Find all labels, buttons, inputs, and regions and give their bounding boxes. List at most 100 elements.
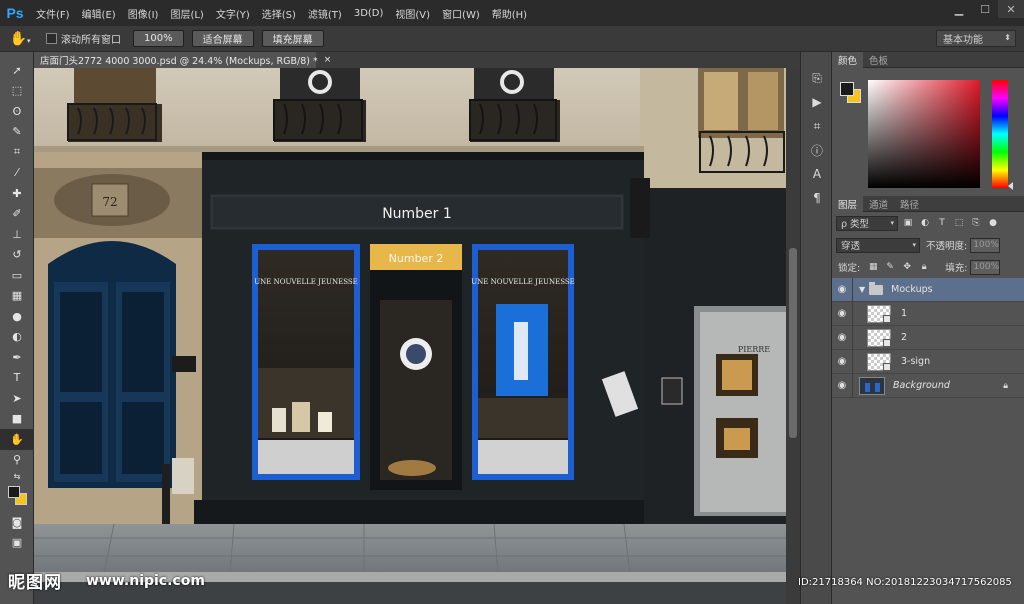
document-tab[interactable]: 店面门头2772 4000 3000.psd @ 24.4% (Mockups,…: [34, 52, 331, 68]
eye-icon[interactable]: ◉: [832, 284, 852, 295]
hue-slider[interactable]: [992, 80, 1008, 188]
history-brush-tool-icon[interactable]: ↺: [0, 245, 34, 266]
menu-help[interactable]: 帮助(H): [486, 6, 533, 21]
document-canvas[interactable]: 72 Number 1 UNE NOUVELLE JEUNESSE Number…: [34, 68, 786, 604]
foreground-color-swatch[interactable]: [8, 486, 20, 498]
eye-icon[interactable]: ◉: [832, 356, 852, 367]
background-thumbnail: [859, 376, 885, 395]
hue-marker-icon[interactable]: [1008, 182, 1013, 190]
properties-panel-icon[interactable]: ⌗: [801, 114, 833, 138]
smart-object-thumbnail: [867, 352, 891, 371]
menu-filter[interactable]: 滤镜(T): [302, 6, 348, 21]
blur-tool-icon[interactable]: ●: [0, 306, 34, 327]
scroll-all-windows-checkbox[interactable]: [46, 33, 57, 44]
watermark-logo: 昵图网: [8, 573, 62, 593]
clone-stamp-tool-icon[interactable]: ⊥: [0, 224, 34, 245]
menu-select[interactable]: 选择(S): [256, 6, 302, 21]
lock-all-icon[interactable]: 🔒︎: [917, 260, 931, 274]
eye-icon[interactable]: ◉: [832, 308, 852, 319]
layer-row-3-sign[interactable]: ◉ 3-sign: [832, 349, 1024, 374]
healing-brush-tool-icon[interactable]: ✚: [0, 183, 34, 204]
color-picker-field[interactable]: [868, 80, 980, 188]
dodge-tool-icon[interactable]: ◐: [0, 327, 34, 348]
shape-filter-icon[interactable]: ⬚: [952, 216, 966, 230]
move-tool-icon[interactable]: ➚: [0, 60, 34, 81]
pixel-filter-icon[interactable]: ▣: [901, 216, 915, 230]
expand-triangle-icon[interactable]: ▼: [859, 285, 865, 294]
filter-toggle-icon[interactable]: ●: [986, 216, 1000, 230]
menu-3d[interactable]: 3D(D): [348, 8, 390, 19]
tab-swatches[interactable]: 色板: [863, 52, 894, 68]
info-panel-icon[interactable]: ⓘ: [801, 138, 833, 162]
tab-channels[interactable]: 通道: [863, 196, 894, 212]
layer-row-2[interactable]: ◉ 2: [832, 325, 1024, 350]
watermark-id: ID:21718364 NO:20181223034717562085: [798, 577, 1012, 588]
lock-position-icon[interactable]: ✥: [900, 260, 914, 274]
smart-object-thumbnail: [867, 304, 891, 323]
layer-row-background[interactable]: ◉ Background 🔒︎: [832, 373, 1024, 398]
menu-image[interactable]: 图像(I): [122, 6, 165, 21]
rectangle-tool-icon[interactable]: ■: [0, 409, 34, 430]
layer-name: Background: [893, 380, 950, 391]
layer-row-1[interactable]: ◉ 1: [832, 301, 1024, 326]
menu-type[interactable]: 文字(Y): [210, 6, 256, 21]
brush-tool-icon[interactable]: ✐: [0, 204, 34, 225]
maximize-button[interactable]: ☐: [972, 0, 998, 18]
type-filter-icon[interactable]: T: [935, 216, 949, 230]
eye-icon[interactable]: ◉: [832, 332, 852, 343]
fit-screen-button[interactable]: 适合屏幕: [191, 30, 254, 47]
eye-icon[interactable]: ◉: [832, 380, 852, 391]
quick-mask-icon[interactable]: ◙: [0, 512, 34, 533]
zoom-100-button[interactable]: 100%: [133, 30, 184, 47]
history-panel-icon[interactable]: ⎘: [801, 66, 833, 90]
eyedropper-tool-icon[interactable]: ⁄: [0, 163, 34, 184]
opacity-input[interactable]: 100%: [970, 237, 1001, 253]
lasso-tool-icon[interactable]: ʘ: [0, 101, 34, 122]
vertical-scrollbar[interactable]: [786, 68, 800, 604]
menu-layer[interactable]: 图层(L): [164, 6, 209, 21]
menu-edit[interactable]: 编辑(E): [76, 6, 122, 21]
menu-file[interactable]: 文件(F): [30, 6, 76, 21]
blend-mode-select[interactable]: 穿透 ▾: [836, 237, 920, 253]
lock-pixels-icon[interactable]: ✎: [883, 260, 897, 274]
eraser-tool-icon[interactable]: ▭: [0, 265, 34, 286]
path-select-tool-icon[interactable]: ➤: [0, 388, 34, 409]
marquee-tool-icon[interactable]: ⬚: [0, 81, 34, 102]
tab-layers[interactable]: 图层: [832, 195, 864, 212]
paragraph-panel-icon[interactable]: ¶: [801, 186, 833, 210]
tab-paths[interactable]: 路径: [894, 196, 925, 212]
gradient-tool-icon[interactable]: ▦: [0, 286, 34, 307]
close-button[interactable]: ✕: [998, 0, 1024, 18]
hand-tool-icon[interactable]: ✋: [0, 429, 34, 450]
right-panels: 颜色 色板 图层 通道 路径 ρ 类型 ▾ ▣ ◐ T ⬚ ⎘ ● 穿透 ▾ 不…: [832, 51, 1024, 604]
swap-colors-icon[interactable]: ⇆: [0, 470, 34, 482]
minimize-button[interactable]: ▁: [946, 0, 972, 18]
quick-select-tool-icon[interactable]: ✎: [0, 122, 34, 143]
screen-mode-icon[interactable]: ▣: [0, 533, 34, 554]
actions-panel-icon[interactable]: ▶: [801, 90, 833, 114]
close-document-icon[interactable]: ×: [324, 55, 332, 65]
fill-screen-button[interactable]: 填充屏幕: [261, 30, 324, 47]
zoom-tool-icon[interactable]: ⚲: [0, 450, 34, 471]
lock-transparent-icon[interactable]: ▦: [866, 260, 880, 274]
tab-color[interactable]: 颜色: [832, 51, 864, 68]
layer-filter-select[interactable]: ρ 类型 ▾: [836, 215, 898, 231]
layer-row-mockups[interactable]: ◉ ▼ Mockups: [832, 277, 1024, 302]
smart-object-filter-icon[interactable]: ⎘: [969, 216, 983, 230]
hand-tool-preset-icon[interactable]: ✋▾: [0, 31, 40, 47]
crop-tool-icon[interactable]: ⌗: [0, 142, 34, 163]
adjustment-filter-icon[interactable]: ◐: [918, 216, 932, 230]
type-tool-icon[interactable]: T: [0, 368, 34, 389]
character-panel-icon[interactable]: A: [801, 162, 833, 186]
fill-input[interactable]: 100%: [970, 259, 1001, 275]
menu-window[interactable]: 窗口(W): [436, 6, 486, 21]
lock-icon: 🔒︎: [1003, 380, 1008, 391]
workspace-select[interactable]: 基本功能 ⬍: [936, 30, 1016, 47]
panel-foreground-color[interactable]: [840, 82, 854, 96]
color-panel-tabs: 颜色 色板: [832, 51, 1024, 68]
chevron-down-icon: ▾: [912, 241, 916, 249]
scrollbar-thumb[interactable]: [789, 248, 797, 438]
pen-tool-icon[interactable]: ✒: [0, 347, 34, 368]
menu-view[interactable]: 视图(V): [389, 6, 436, 21]
color-swatches[interactable]: [0, 482, 34, 512]
